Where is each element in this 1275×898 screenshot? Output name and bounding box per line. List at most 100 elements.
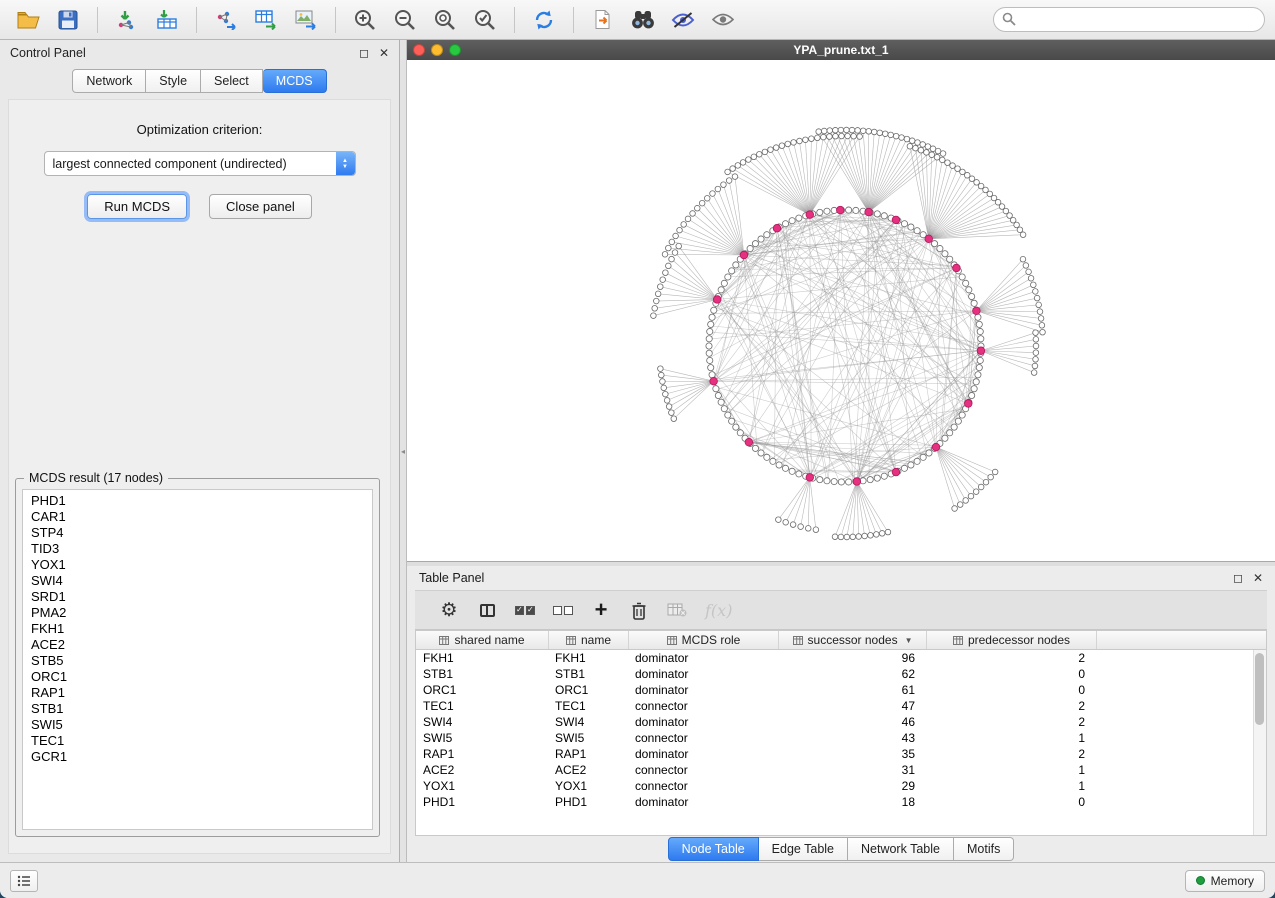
- memory-button[interactable]: Memory: [1185, 870, 1265, 892]
- mcds-result-list[interactable]: PHD1CAR1STP4TID3YOX1SWI4SRD1PMA2FKH1ACE2…: [22, 489, 373, 830]
- table-cell: 62: [779, 667, 927, 681]
- select-all-columns-button[interactable]: [515, 597, 535, 623]
- list-icon: [17, 875, 31, 887]
- table-cell: 47: [779, 699, 927, 713]
- export-network-icon: [214, 9, 238, 30]
- export-table-button[interactable]: [248, 5, 284, 35]
- save-session-button[interactable]: [50, 5, 86, 35]
- tab-network-table[interactable]: Network Table: [848, 837, 954, 861]
- main-toolbar: [0, 0, 1275, 40]
- table-row[interactable]: FKH1FKH1dominator962: [416, 650, 1266, 666]
- share-document-button[interactable]: [585, 5, 621, 35]
- mcds-result-item[interactable]: TEC1: [23, 733, 372, 749]
- mcds-result-item[interactable]: RAP1: [23, 685, 372, 701]
- table-row[interactable]: YOX1YOX1connector291: [416, 778, 1266, 794]
- table-row[interactable]: STB1STB1dominator620: [416, 666, 1266, 682]
- table-cell: 1: [927, 779, 1097, 793]
- table-row[interactable]: RAP1RAP1dominator352: [416, 746, 1266, 762]
- mcds-result-item[interactable]: CAR1: [23, 509, 372, 525]
- window-maximize-traffic-light[interactable]: [449, 44, 461, 56]
- close-panel-icon[interactable]: ✕: [379, 46, 389, 60]
- search-input[interactable]: [993, 7, 1265, 32]
- mcds-result-item[interactable]: STP4: [23, 525, 372, 541]
- refresh-button[interactable]: [526, 5, 562, 35]
- hide-graphics-button[interactable]: [705, 5, 741, 35]
- table-body[interactable]: FKH1FKH1dominator962STB1STB1dominator620…: [415, 650, 1267, 836]
- mcds-result-item[interactable]: PHD1: [23, 493, 372, 509]
- window-close-traffic-light[interactable]: [413, 44, 425, 56]
- mcds-result-item[interactable]: STB5: [23, 653, 372, 669]
- scrollbar-thumb[interactable]: [1255, 653, 1264, 725]
- column-header-mcds-role[interactable]: MCDS role: [629, 631, 779, 649]
- network-canvas[interactable]: [407, 60, 1275, 561]
- table-scrollbar[interactable]: [1253, 650, 1266, 835]
- table-cell: SWI5: [549, 731, 629, 745]
- mcds-result-item[interactable]: ACE2: [23, 637, 372, 653]
- import-table-button[interactable]: [149, 5, 185, 35]
- tab-motifs[interactable]: Motifs: [954, 837, 1014, 861]
- zoom-out-button[interactable]: [387, 5, 423, 35]
- add-column-button[interactable]: +: [591, 597, 611, 623]
- window-minimize-traffic-light[interactable]: [431, 44, 443, 56]
- table-row[interactable]: SWI5SWI5connector431: [416, 730, 1266, 746]
- task-history-button[interactable]: [10, 870, 38, 892]
- column-header-predecessor-nodes[interactable]: predecessor nodes: [927, 631, 1097, 649]
- export-image-button[interactable]: [288, 5, 324, 35]
- mcds-result-item[interactable]: STB1: [23, 701, 372, 717]
- table-row[interactable]: ACE2ACE2connector311: [416, 762, 1266, 778]
- deselect-all-columns-button[interactable]: [553, 597, 573, 623]
- vertical-splitter[interactable]: ◂: [400, 40, 407, 862]
- zoom-in-icon: [353, 8, 377, 32]
- tab-style[interactable]: Style: [146, 69, 201, 93]
- column-header-successor-nodes[interactable]: successor nodes▼: [779, 631, 927, 649]
- table-row[interactable]: PHD1PHD1dominator180: [416, 794, 1266, 810]
- table-cell: ORC1: [549, 683, 629, 697]
- table-cell: SWI4: [416, 715, 549, 729]
- mcds-result-item[interactable]: PMA2: [23, 605, 372, 621]
- tab-network[interactable]: Network: [72, 69, 146, 93]
- tab-mcds[interactable]: MCDS: [263, 69, 327, 93]
- column-header-shared-name[interactable]: shared name: [416, 631, 549, 649]
- binoculars-icon: [630, 10, 656, 29]
- table-cell: 18: [779, 795, 927, 809]
- import-network-button[interactable]: [109, 5, 145, 35]
- column-icon: [439, 636, 449, 645]
- column-header-name[interactable]: name: [549, 631, 629, 649]
- mcds-result-item[interactable]: SWI5: [23, 717, 372, 733]
- tab-edge-table[interactable]: Edge Table: [759, 837, 848, 861]
- table-row[interactable]: SWI4SWI4dominator462: [416, 714, 1266, 730]
- criterion-dropdown[interactable]: largest connected component (undirected)…: [44, 151, 356, 176]
- mcds-result-item[interactable]: FKH1: [23, 621, 372, 637]
- tab-select[interactable]: Select: [201, 69, 263, 93]
- close-table-panel-icon[interactable]: ✕: [1253, 571, 1263, 585]
- mcds-result-item[interactable]: SWI4: [23, 573, 372, 589]
- tab-node-table[interactable]: Node Table: [668, 837, 759, 861]
- unchecked-boxes-icon: [553, 606, 573, 615]
- float-table-panel-icon[interactable]: ◻: [1233, 571, 1243, 585]
- mcds-result-item[interactable]: ORC1: [23, 669, 372, 685]
- table-settings-button[interactable]: ⚙: [439, 597, 459, 623]
- mcds-result-item[interactable]: YOX1: [23, 557, 372, 573]
- table-cell: 35: [779, 747, 927, 761]
- table-row[interactable]: ORC1ORC1dominator610: [416, 682, 1266, 698]
- zoom-fit-button[interactable]: [427, 5, 463, 35]
- mcds-result-item[interactable]: SRD1: [23, 589, 372, 605]
- zoom-selected-button[interactable]: [467, 5, 503, 35]
- mcds-result-item[interactable]: TID3: [23, 541, 372, 557]
- search-icon: [1002, 12, 1016, 31]
- show-graphics-button[interactable]: [665, 5, 701, 35]
- open-session-button[interactable]: [10, 5, 46, 35]
- search-network-button[interactable]: [625, 5, 661, 35]
- table-cell: YOX1: [416, 779, 549, 793]
- float-panel-icon[interactable]: ◻: [359, 46, 369, 60]
- delete-column-button[interactable]: [629, 597, 649, 623]
- table-row[interactable]: TEC1TEC1connector472: [416, 698, 1266, 714]
- show-columns-button[interactable]: [477, 597, 497, 623]
- run-mcds-button[interactable]: Run MCDS: [87, 194, 187, 219]
- close-panel-button[interactable]: Close panel: [209, 194, 312, 219]
- trash-icon: [631, 601, 647, 620]
- table-cell: 0: [927, 795, 1097, 809]
- zoom-in-button[interactable]: [347, 5, 383, 35]
- mcds-result-item[interactable]: GCR1: [23, 749, 372, 765]
- export-network-button[interactable]: [208, 5, 244, 35]
